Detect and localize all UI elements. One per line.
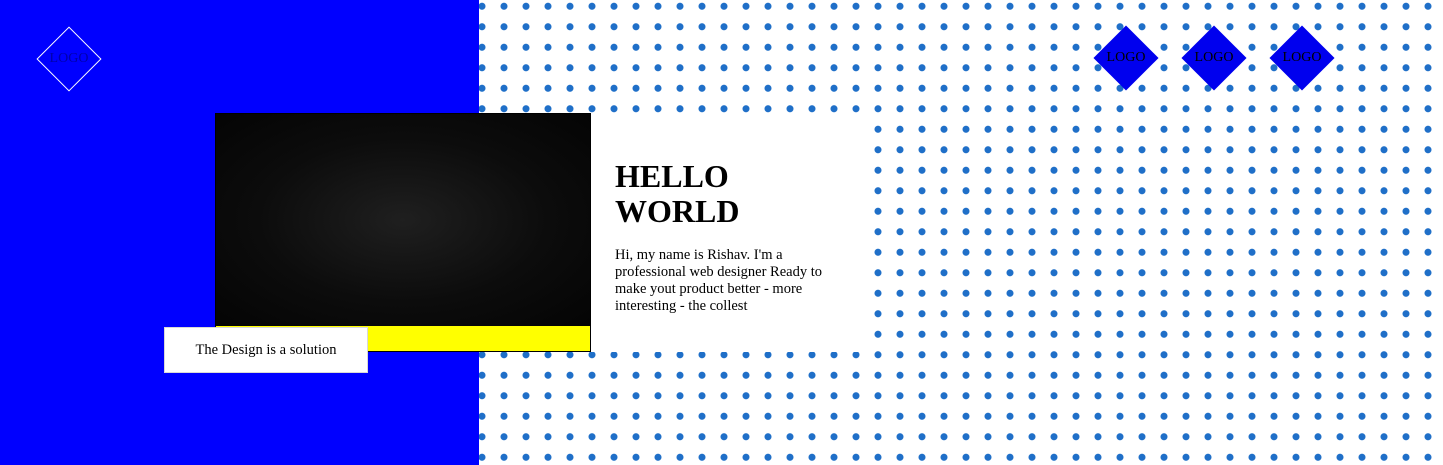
design-caption: The Design is a solution	[164, 327, 368, 373]
partner-logo-text-2[interactable]: LOGO	[1174, 50, 1254, 66]
hero-title: HELLO WORLD	[615, 159, 835, 229]
main-logo-text[interactable]: LOGO	[29, 51, 109, 67]
hero-title-line2: WORLD	[615, 193, 740, 229]
video-screen[interactable]	[216, 114, 590, 326]
partner-logo-text-1[interactable]: LOGO	[1086, 50, 1166, 66]
video-frame[interactable]	[215, 113, 591, 352]
intro-text: Hi, my name is Rishav. I'm a professiona…	[615, 247, 822, 314]
partner-logo-text-3[interactable]: LOGO	[1262, 50, 1342, 66]
page-root: LOGO LOGO LOGO LOGO HELLO WORLD Hi, my n…	[0, 0, 1443, 465]
intro-card: HELLO WORLD Hi, my name is Rishav. I'm a…	[591, 113, 866, 352]
hero-title-line1: HELLO	[615, 158, 729, 194]
